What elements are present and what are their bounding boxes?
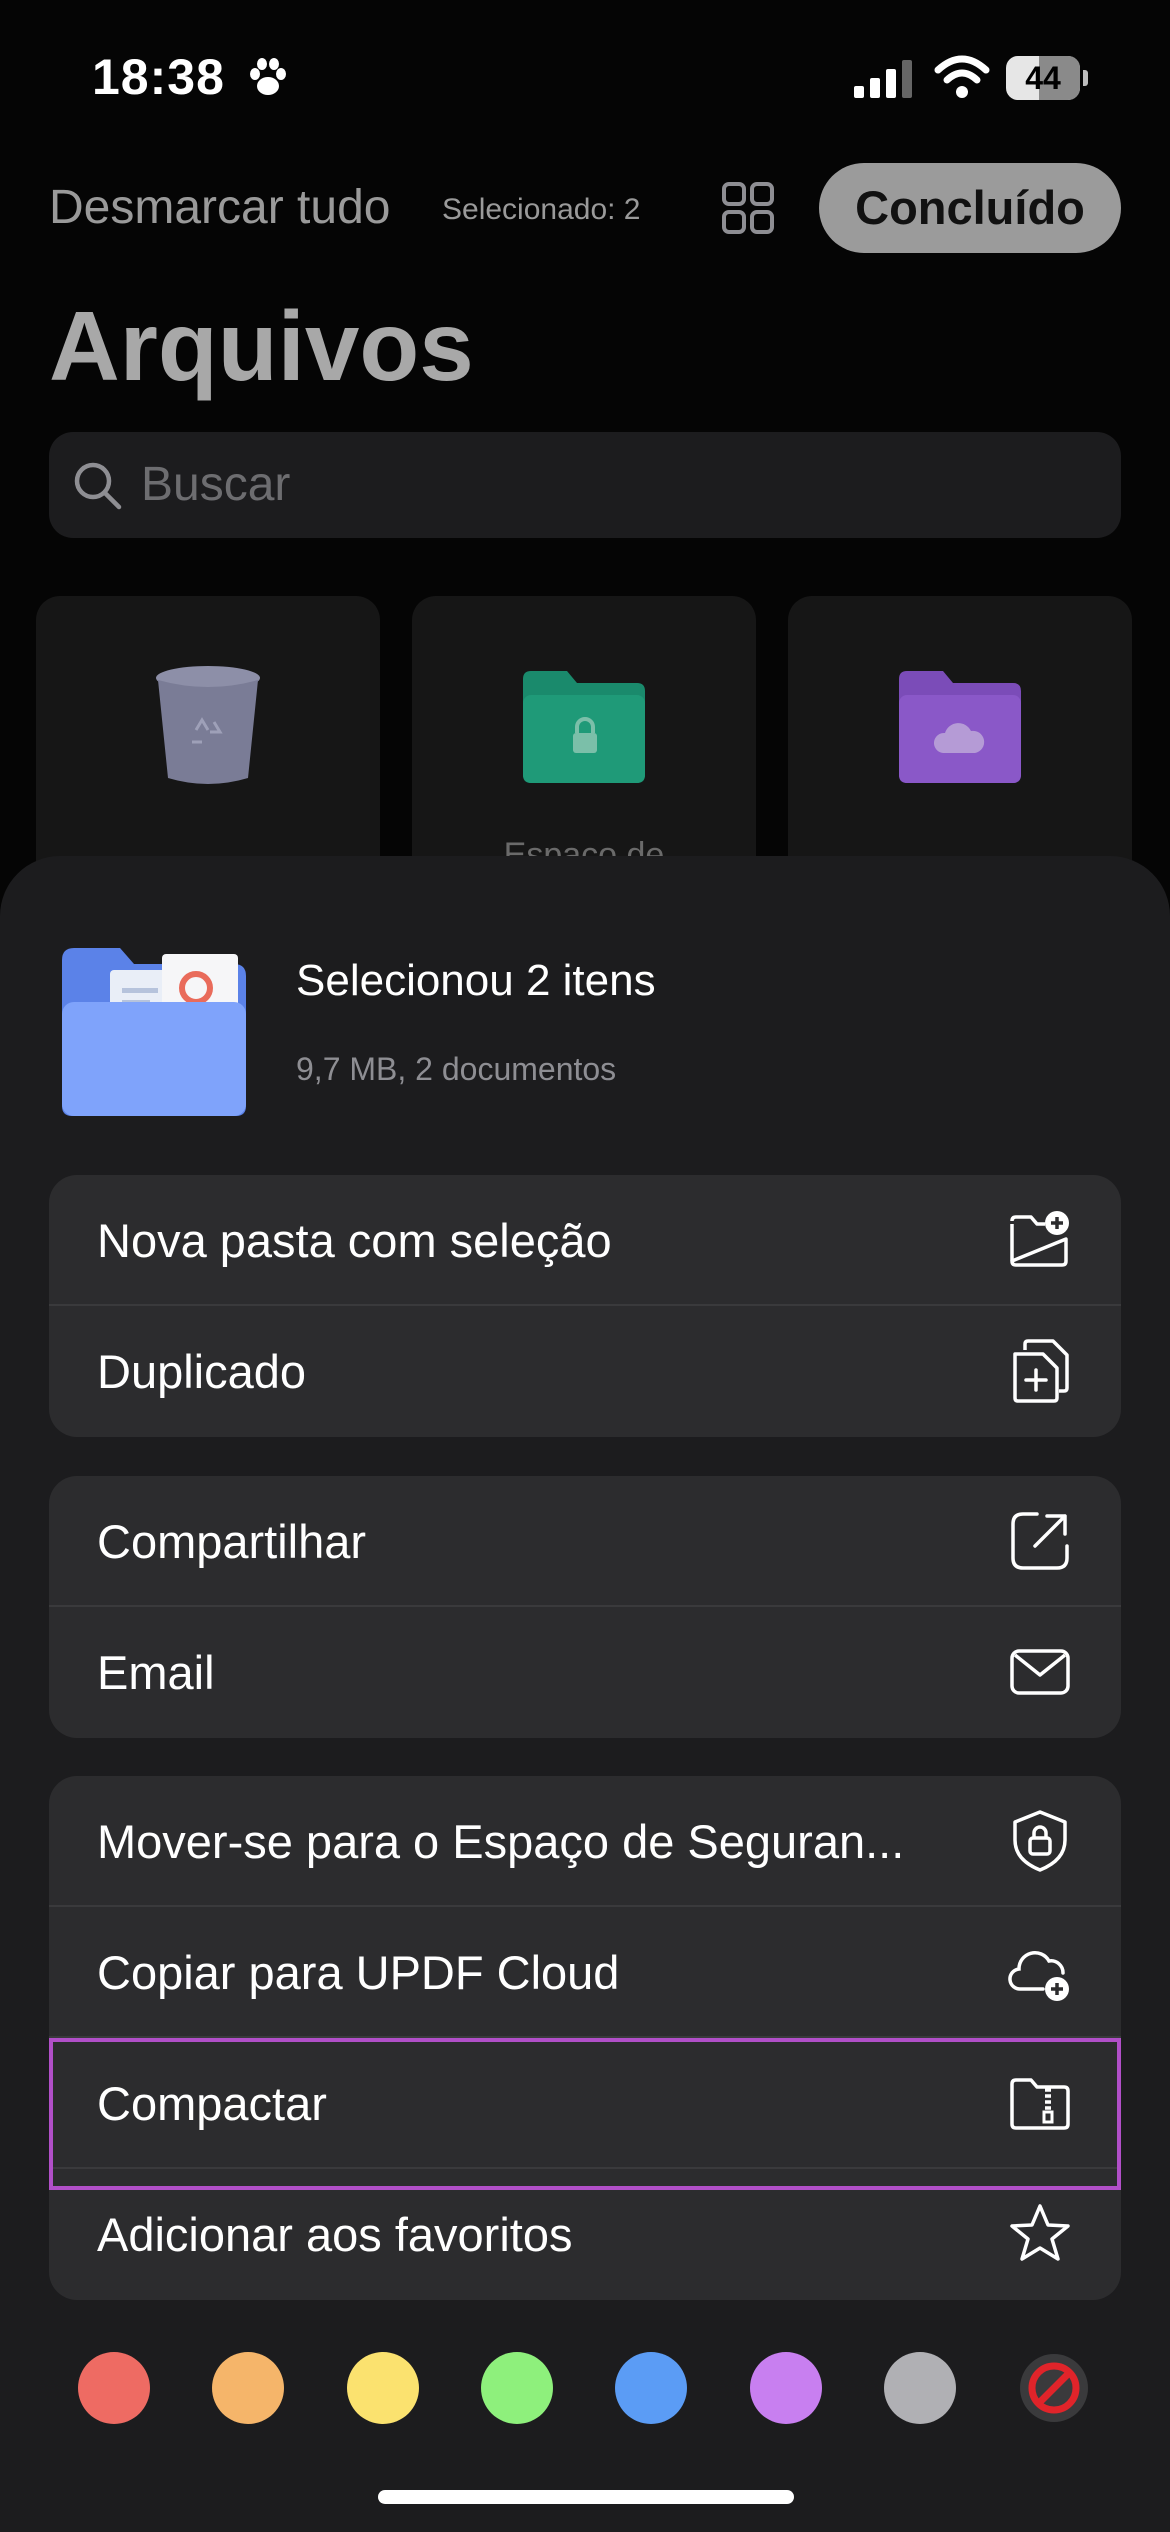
color-tag-gray[interactable] bbox=[884, 2352, 956, 2424]
trash-icon bbox=[156, 666, 260, 784]
status-bar: 18:38 44 bbox=[0, 0, 1170, 150]
item-label: Adicionar aos favoritos bbox=[97, 2208, 573, 2261]
action-group-3: Mover-se para o Espaço de Seguran... Cop… bbox=[49, 1776, 1121, 2300]
email-item[interactable]: Email bbox=[49, 1607, 1121, 1738]
new-folder-with-selection-item[interactable]: Nova pasta com seleção bbox=[49, 1175, 1121, 1306]
grid-view-icon[interactable] bbox=[720, 180, 776, 236]
zip-folder-icon bbox=[1007, 2070, 1073, 2136]
status-time: 18:38 bbox=[92, 49, 225, 105]
star-icon bbox=[1007, 2201, 1073, 2267]
envelope-icon bbox=[1007, 1639, 1073, 1705]
shield-lock-icon bbox=[1007, 1808, 1073, 1874]
share-item[interactable]: Compartilhar bbox=[49, 1476, 1121, 1607]
color-tag-yellow[interactable] bbox=[347, 2352, 419, 2424]
search-icon bbox=[74, 462, 122, 510]
color-tag-blue[interactable] bbox=[615, 2352, 687, 2424]
item-label: Compactar bbox=[97, 2077, 327, 2130]
item-label: Mover-se para o Espaço de Seguran... bbox=[97, 1815, 905, 1868]
battery-level: 44 bbox=[1025, 60, 1061, 96]
item-label: Compartilhar bbox=[97, 1515, 367, 1568]
item-label: Copiar para UPDF Cloud bbox=[97, 1946, 620, 1999]
duplicate-icon bbox=[1007, 1338, 1073, 1404]
battery-icon: 44 bbox=[1006, 56, 1088, 100]
cloud-folder-icon bbox=[899, 671, 1021, 783]
item-label: Nova pasta com seleção bbox=[97, 1214, 612, 1267]
share-icon bbox=[1007, 1508, 1073, 1574]
item-label: Email bbox=[97, 1646, 215, 1699]
paw-icon bbox=[250, 58, 286, 95]
color-tag-row bbox=[0, 2350, 1170, 2430]
new-folder-icon bbox=[1007, 1207, 1073, 1273]
deselect-all-button[interactable]: Desmarcar tudo bbox=[49, 180, 390, 235]
sheet-subtitle: 9,7 MB, 2 documentos bbox=[296, 1051, 617, 1087]
color-tag-orange[interactable] bbox=[212, 2352, 284, 2424]
color-tag-green[interactable] bbox=[481, 2352, 553, 2424]
add-to-favorites-item[interactable]: Adicionar aos favoritos bbox=[49, 2169, 1121, 2300]
wifi-icon bbox=[934, 55, 990, 98]
compress-item[interactable]: Compactar bbox=[49, 2038, 1121, 2169]
color-tag-red[interactable] bbox=[78, 2352, 150, 2424]
nav-bar: Desmarcar tudo Selecionado: 2 Concluído bbox=[0, 160, 1170, 256]
folder-card-trash[interactable] bbox=[36, 596, 380, 896]
search-bar[interactable] bbox=[49, 432, 1121, 538]
selected-count: Selecionado: 2 bbox=[442, 193, 641, 226]
duplicate-item[interactable]: Duplicado bbox=[49, 1306, 1121, 1437]
home-indicator bbox=[378, 2490, 794, 2504]
done-button[interactable]: Concluído bbox=[819, 163, 1121, 253]
sheet-title: Selecionou 2 itens bbox=[296, 956, 656, 1005]
copy-to-cloud-item[interactable]: Copiar para UPDF Cloud bbox=[49, 1907, 1121, 2038]
search-input[interactable] bbox=[141, 432, 1041, 538]
folder-card-secure[interactable]: Espaço de bbox=[412, 596, 756, 896]
folder-card-cloud[interactable] bbox=[788, 596, 1132, 896]
no-color-icon[interactable] bbox=[1018, 2352, 1090, 2424]
cloud-add-icon bbox=[1007, 1939, 1073, 2005]
locked-folder-icon bbox=[523, 671, 645, 783]
item-label: Duplicado bbox=[97, 1345, 307, 1398]
color-tag-purple[interactable] bbox=[750, 2352, 822, 2424]
signal-icon bbox=[854, 60, 912, 98]
action-group-1: Nova pasta com seleção Duplicado bbox=[49, 1175, 1121, 1437]
folder-documents-icon bbox=[62, 948, 246, 1116]
page-title: Arquivos bbox=[49, 291, 474, 401]
move-to-secure-space-item[interactable]: Mover-se para o Espaço de Seguran... bbox=[49, 1776, 1121, 1907]
action-group-2: Compartilhar Email bbox=[49, 1476, 1121, 1738]
